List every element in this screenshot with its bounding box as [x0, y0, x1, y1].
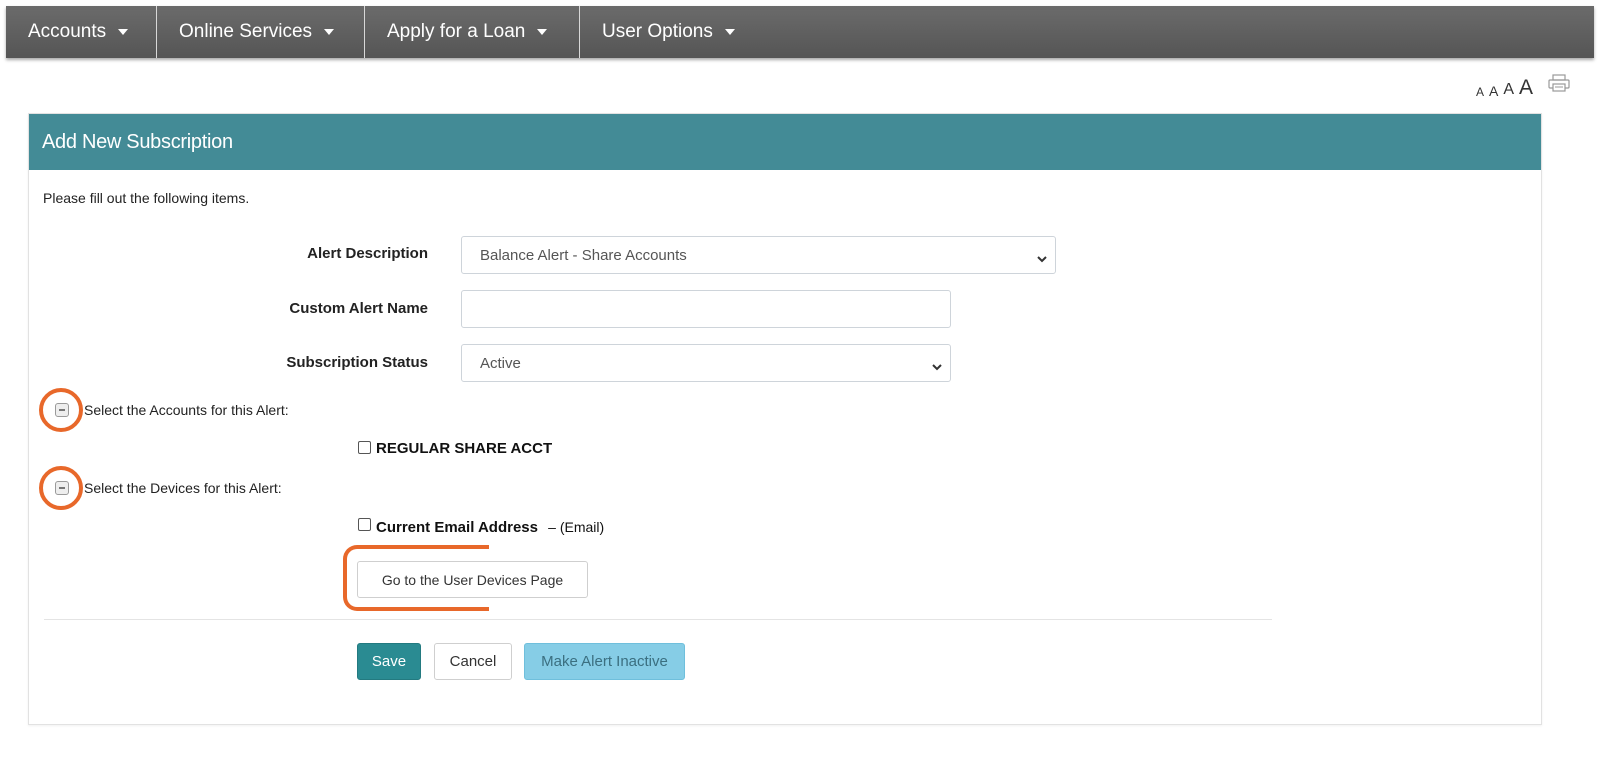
top-nav: Accounts Online Services Apply for a Loa…	[6, 6, 1594, 58]
subscription-panel: Add New Subscription Please fill out the…	[28, 113, 1542, 725]
alert-description-select[interactable]: Balance Alert - Share Accounts	[461, 236, 1056, 274]
nav-accounts[interactable]: Accounts	[6, 6, 157, 58]
text-size-smallest[interactable]: A	[1476, 86, 1484, 98]
nav-online-services[interactable]: Online Services	[157, 6, 365, 58]
nav-user-options[interactable]: User Options	[580, 6, 760, 58]
devices-section-label: Select the Devices for this Alert:	[84, 480, 282, 496]
custom-alert-name-input[interactable]	[461, 290, 951, 328]
nav-online-services-label: Online Services	[179, 21, 313, 42]
subscription-status-value: Active	[480, 354, 521, 372]
caret-down-icon	[537, 29, 548, 35]
nav-accounts-label: Accounts	[28, 21, 107, 42]
alert-description-label: Alert Description	[307, 245, 428, 262]
chevron-down-icon	[932, 358, 942, 375]
current-email-type: – (Email)	[548, 519, 605, 535]
print-icon[interactable]	[1548, 74, 1570, 97]
chevron-down-icon	[1037, 250, 1047, 267]
text-size-medium[interactable]: A	[1503, 82, 1514, 98]
nav-user-options-label: User Options	[602, 21, 713, 42]
panel-title: Add New Subscription	[29, 114, 1541, 170]
caret-down-icon	[118, 29, 129, 35]
save-button[interactable]: Save	[357, 643, 421, 680]
collapse-devices-icon[interactable]	[55, 481, 69, 495]
caret-down-icon	[724, 29, 735, 35]
current-email-label: Current Email Address – (Email)	[376, 519, 604, 536]
collapse-accounts-icon[interactable]	[55, 403, 69, 417]
nav-apply-loan-label: Apply for a Loan	[387, 21, 526, 42]
current-email-checkbox[interactable]	[358, 518, 371, 531]
cancel-button[interactable]: Cancel	[434, 643, 512, 680]
accounts-section-label: Select the Accounts for this Alert:	[84, 402, 289, 418]
nav-apply-loan[interactable]: Apply for a Loan	[365, 6, 580, 58]
current-email-text: Current Email Address	[376, 519, 538, 536]
intro-text: Please fill out the following items.	[43, 190, 250, 206]
make-alert-inactive-button[interactable]: Make Alert Inactive	[524, 643, 685, 680]
regular-share-acct-checkbox[interactable]	[358, 441, 371, 454]
user-devices-page-button[interactable]: Go to the User Devices Page	[357, 561, 588, 598]
text-size-large[interactable]: A	[1519, 77, 1533, 98]
subscription-status-select[interactable]: Active	[461, 344, 951, 382]
divider	[44, 619, 1272, 620]
caret-down-icon	[324, 29, 335, 35]
alert-description-value: Balance Alert - Share Accounts	[480, 246, 687, 264]
custom-alert-name-label: Custom Alert Name	[289, 300, 428, 317]
subscription-status-label: Subscription Status	[286, 354, 428, 371]
regular-share-acct-text: REGULAR SHARE ACCT	[376, 440, 553, 457]
regular-share-acct-label: REGULAR SHARE ACCT	[376, 440, 552, 457]
page-tools: A A A A	[1476, 74, 1570, 98]
text-size-small[interactable]: A	[1489, 84, 1498, 98]
